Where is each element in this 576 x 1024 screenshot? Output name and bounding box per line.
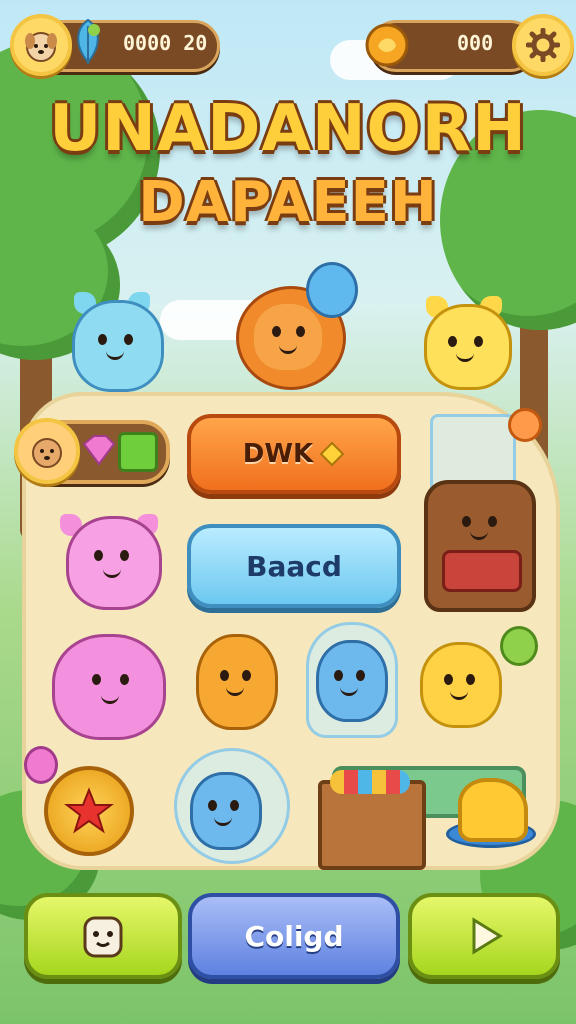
play-button[interactable]: DWK [187,414,401,494]
gem-icon [82,435,116,466]
cheese-item[interactable] [458,778,528,842]
blue-blob-character[interactable] [190,772,262,850]
play-button-label: DWK [242,439,314,469]
yellow-fox-character[interactable] [420,296,512,390]
pets-button[interactable] [24,893,182,979]
currency-right-value: 000 [457,31,494,55]
game-screen: 0000 20 000 UNADANORH DAPAEEH DWK Baacd … [0,0,576,1024]
pet-character-icon [83,916,123,958]
puppy-avatar-icon[interactable] [14,418,80,484]
feather-icon [70,18,106,70]
blue-cat-character[interactable] [62,290,164,392]
green-balloon [500,626,538,666]
collect-button-label: Coligd [244,919,344,953]
pink-pig-character[interactable] [60,508,162,610]
blue-kitten-character[interactable] [316,640,388,722]
currency-left-value: 0000 20 [123,31,208,55]
pink-bear-character[interactable] [52,630,166,740]
star-coin-icon[interactable] [44,766,134,856]
balloon [306,262,358,318]
gear-icon[interactable] [512,14,574,76]
second-button[interactable]: Baacd [187,524,401,608]
next-button[interactable] [408,893,560,979]
backpack-shop[interactable] [424,480,536,612]
collect-button[interactable]: Coligd [188,893,400,979]
play-arrow-icon [472,917,503,955]
gem-icon [319,441,345,467]
pink-balloon [24,746,58,784]
game-title-line2: DAPAEEH [138,170,438,235]
game-title-line1: UNADANORH [49,92,527,166]
yellow-fox-character-2[interactable] [420,638,502,728]
green-block-icon [118,432,158,472]
toy-crate[interactable] [318,770,426,870]
acorn-coin-icon [364,22,410,72]
flower-icon [508,408,542,442]
dog-avatar-icon[interactable] [10,14,72,76]
orange-chick-character[interactable] [196,634,278,730]
second-button-label: Baacd [246,549,342,583]
